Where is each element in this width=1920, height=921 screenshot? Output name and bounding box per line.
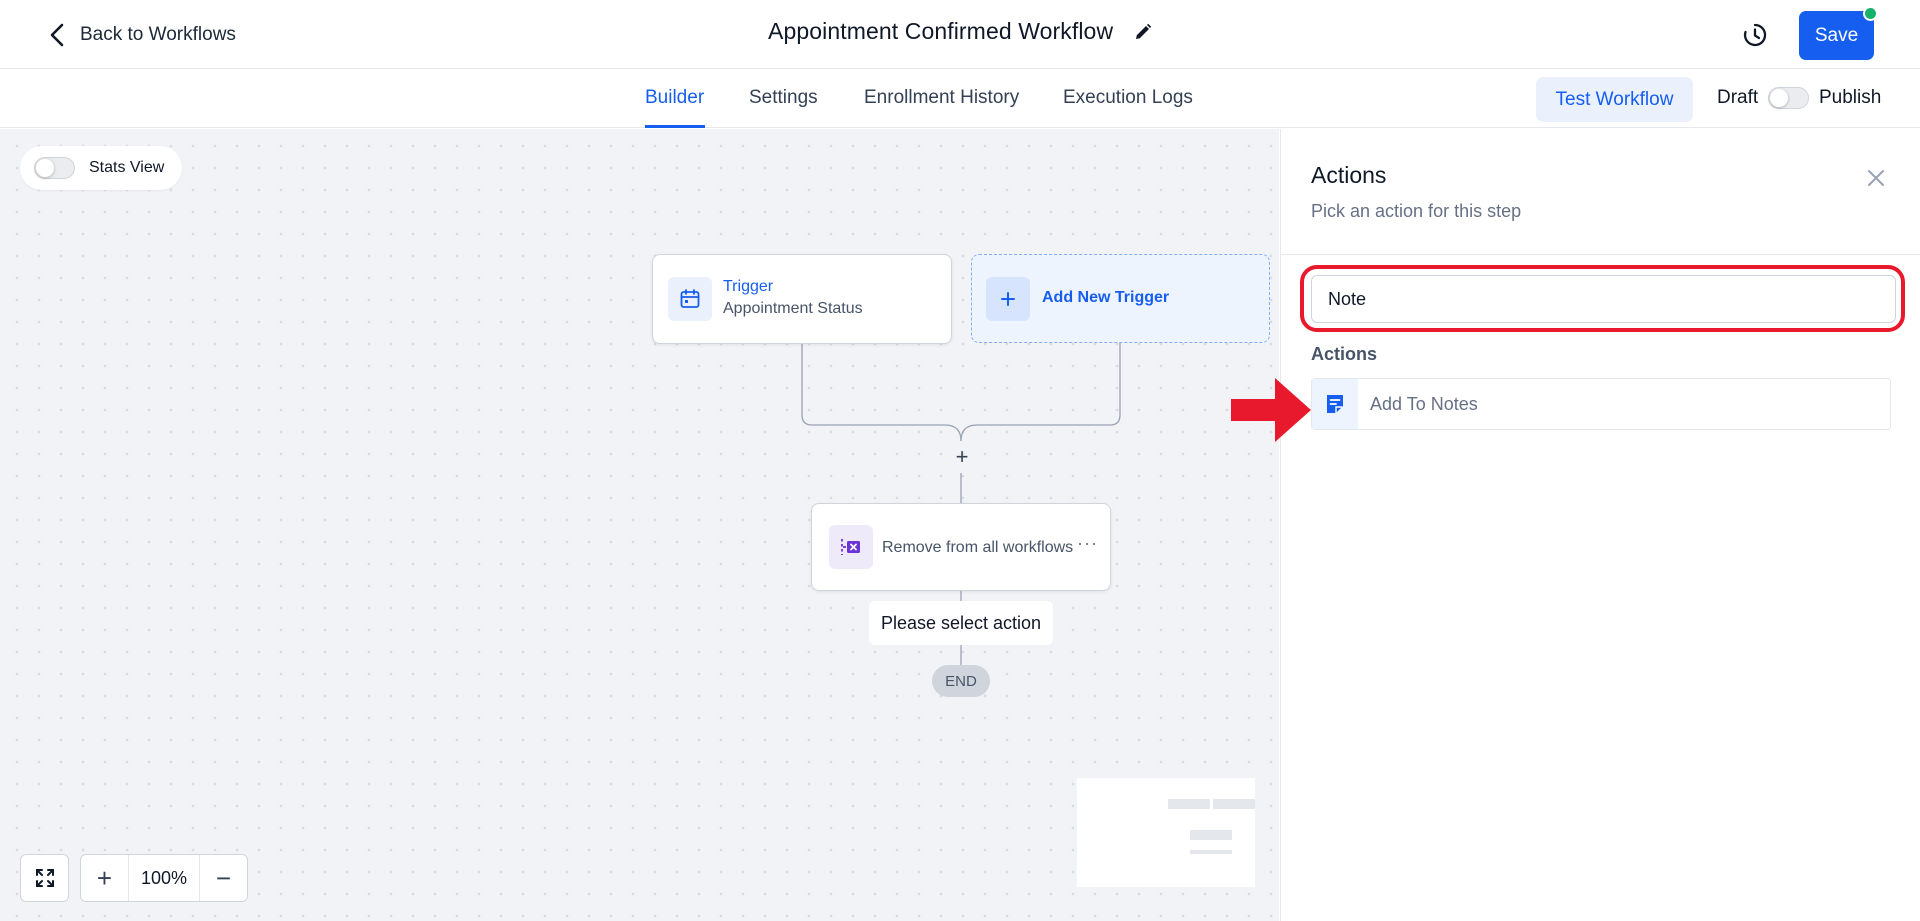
minimap-block — [1213, 799, 1255, 809]
back-label: Back to Workflows — [80, 24, 236, 45]
highlight-annotation — [1300, 265, 1905, 332]
pencil-icon — [1136, 23, 1152, 39]
minimap-block — [1190, 830, 1232, 840]
toggle-knob — [1770, 89, 1788, 107]
save-button[interactable]: Save — [1799, 11, 1874, 60]
trigger-title: Trigger — [723, 278, 774, 295]
workflow-title: Appointment Confirmed Workflow — [768, 18, 1114, 44]
tab-settings[interactable]: Settings — [749, 87, 818, 109]
expand-icon — [35, 869, 54, 887]
active-tab-indicator — [645, 125, 705, 128]
add-step-button[interactable]: + — [952, 446, 972, 468]
edit-title-button[interactable] — [1133, 22, 1153, 42]
arrow-annotation-icon — [1231, 378, 1311, 442]
add-new-trigger-button[interactable]: Add New Trigger — [971, 254, 1270, 343]
publish-label: Publish — [1819, 87, 1882, 108]
fit-view-button[interactable] — [20, 854, 69, 902]
workflow-canvas[interactable]: Stats View Trigger Appointment Status Ad… — [0, 129, 1279, 921]
workflow-title-group: Appointment Confirmed Workflow — [768, 18, 1153, 45]
history-clock-icon — [1743, 23, 1767, 47]
panel-title: Actions — [1311, 162, 1387, 188]
tab-bar: Builder Settings Enrollment History Exec… — [0, 69, 1920, 128]
actions-section-label: Actions — [1311, 344, 1378, 364]
zoom-controls: + 100% − — [80, 854, 248, 902]
panel-divider — [1281, 254, 1920, 255]
zoom-level: 100% — [128, 855, 200, 901]
option-label: Add To Notes — [1370, 394, 1478, 414]
tab-enrollment-history[interactable]: Enrollment History — [864, 87, 1019, 109]
remove-workflow-icon — [829, 525, 873, 569]
action-node-remove-from-workflows[interactable]: Remove from all workflows ··· — [811, 503, 1111, 591]
workflow-builder: Back to Workflows Appointment Confirmed … — [0, 0, 1920, 921]
minimap-block — [1168, 799, 1210, 809]
draft-label: Draft — [1717, 87, 1759, 108]
actions-panel: Actions Pick an action for this step Act… — [1280, 129, 1920, 921]
zoom-in-button[interactable]: + — [81, 855, 128, 901]
plus-icon — [986, 277, 1030, 321]
add-trigger-label: Add New Trigger — [1042, 289, 1170, 306]
zoom-out-button[interactable]: − — [200, 855, 247, 901]
version-history-button[interactable] — [1740, 20, 1770, 50]
end-node: END — [932, 665, 990, 697]
action-label: Remove from all workflows — [882, 539, 1074, 556]
more-options-icon[interactable]: ··· — [1077, 533, 1098, 554]
note-icon — [1312, 379, 1358, 429]
test-workflow-button[interactable]: Test Workflow — [1536, 77, 1693, 122]
minimap[interactable] — [1077, 778, 1255, 887]
close-icon — [1868, 170, 1884, 186]
tab-builder[interactable]: Builder — [645, 87, 704, 109]
panel-subtitle: Pick an action for this step — [1311, 201, 1522, 221]
unsaved-status-dot — [1863, 6, 1878, 21]
please-select-action-placeholder[interactable]: Please select action — [869, 601, 1053, 645]
minimap-block — [1190, 850, 1232, 854]
top-header: Back to Workflows Appointment Confirmed … — [0, 0, 1920, 69]
calendar-icon — [668, 277, 712, 321]
publish-toggle[interactable] — [1768, 87, 1809, 109]
trigger-subtitle: Appointment Status — [723, 300, 863, 317]
chevron-left-icon — [50, 23, 64, 47]
back-to-workflows-link[interactable]: Back to Workflows — [48, 20, 236, 50]
close-panel-button[interactable] — [1863, 165, 1889, 191]
trigger-node[interactable]: Trigger Appointment Status — [652, 254, 952, 344]
tab-execution-logs[interactable]: Execution Logs — [1063, 87, 1193, 109]
action-option-add-to-notes[interactable]: Add To Notes — [1311, 378, 1891, 430]
